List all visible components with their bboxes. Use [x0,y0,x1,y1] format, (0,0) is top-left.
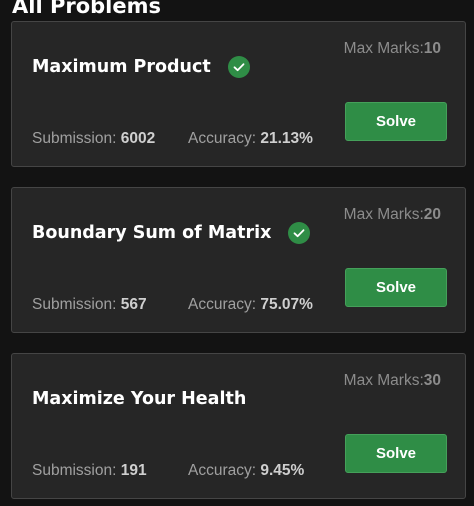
max-marks: Max Marks:10 [344,40,441,58]
section-title: All Problems [12,0,161,18]
accuracy-value: 9.45% [260,462,305,479]
problem-title-row: Boundary Sum of Matrix [32,220,311,246]
accuracy-stat: Accuracy: 75.07% [188,296,313,314]
submission-count: 191 [120,462,147,479]
accuracy-label: Accuracy: [188,296,261,313]
submission-stat: Submission: 6002 [32,130,188,148]
problem-stats: Submission: 6002 Accuracy: 21.13% [32,130,313,148]
max-marks: Max Marks:20 [344,206,441,224]
accuracy-stat: Accuracy: 21.13% [188,130,313,148]
max-marks-value: 10 [423,40,441,57]
submission-stat: Submission: 567 [32,296,188,314]
submission-label: Submission: [32,296,121,313]
check-circle-icon [227,56,250,78]
max-marks-label: Max Marks: [343,40,424,57]
problem-card: Maximum Product Max Marks:10 Submission:… [11,21,466,167]
submission-count: 567 [120,296,147,313]
submission-stat: Submission: 191 [32,462,188,480]
accuracy-value: 75.07% [260,296,313,313]
max-marks-value: 20 [423,206,441,223]
max-marks-label: Max Marks: [343,206,424,223]
submission-label: Submission: [32,462,121,479]
problem-stats: Submission: 567 Accuracy: 75.07% [32,296,313,314]
problem-card: Boundary Sum of Matrix Max Marks:20 Subm… [11,187,466,333]
accuracy-label: Accuracy: [188,462,261,479]
problem-title[interactable]: Maximize Your Health [32,389,246,409]
problem-title[interactable]: Maximum Product [32,57,211,77]
max-marks-value: 30 [423,372,441,389]
submission-count: 6002 [120,130,156,147]
solve-button[interactable]: Solve [345,434,447,473]
accuracy-stat: Accuracy: 9.45% [188,462,304,480]
problem-title-row: Maximum Product [32,54,250,80]
solve-button[interactable]: Solve [345,268,447,307]
max-marks-label: Max Marks: [343,372,424,389]
submission-label: Submission: [32,130,121,147]
solve-button[interactable]: Solve [345,102,447,141]
check-circle-icon [288,222,311,244]
problem-stats: Submission: 191 Accuracy: 9.45% [32,462,304,480]
max-marks: Max Marks:30 [344,372,441,390]
problem-title-row: Maximize Your Health [32,386,246,412]
problem-title[interactable]: Boundary Sum of Matrix [32,223,271,243]
accuracy-value: 21.13% [260,130,313,147]
accuracy-label: Accuracy: [188,130,261,147]
problem-card: Maximize Your Health Max Marks:30 Submis… [11,353,466,499]
